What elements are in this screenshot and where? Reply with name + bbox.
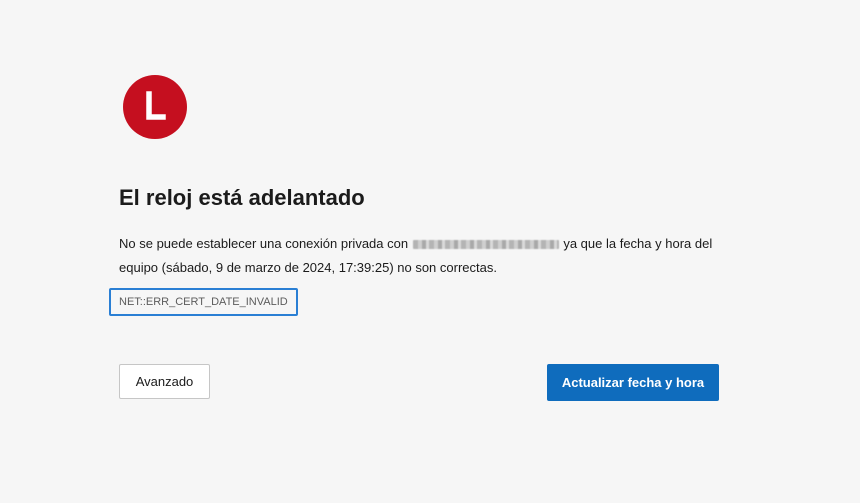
error-message: No se puede establecer una conexión priv… bbox=[119, 232, 729, 280]
advanced-button[interactable]: Avanzado bbox=[119, 364, 210, 399]
update-datetime-button[interactable]: Actualizar fecha y hora bbox=[547, 364, 719, 401]
clock-warning-icon bbox=[123, 75, 187, 139]
error-page: El reloj está adelantado No se puede est… bbox=[0, 0, 860, 503]
page-title: El reloj está adelantado bbox=[119, 185, 365, 210]
message-text-before: No se puede establecer una conexión priv… bbox=[119, 236, 409, 251]
redacted-domain bbox=[412, 240, 559, 250]
error-code[interactable]: NET::ERR_CERT_DATE_INVALID bbox=[109, 288, 298, 316]
icon-circle bbox=[123, 75, 187, 139]
